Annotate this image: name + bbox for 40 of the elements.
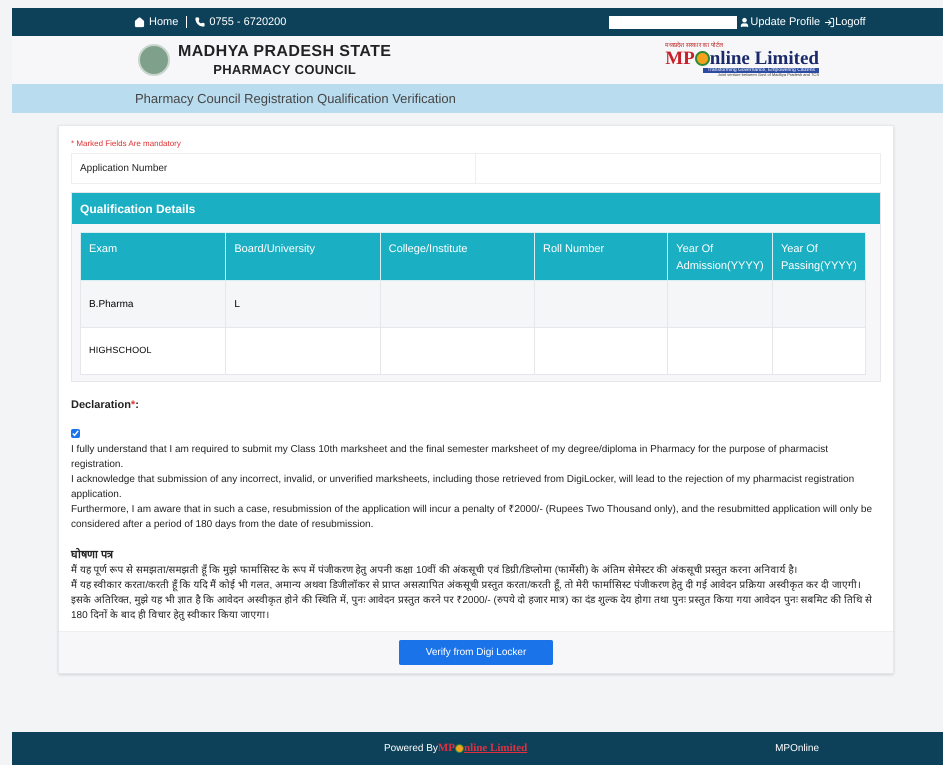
logoff-link[interactable]: Logoff — [835, 14, 866, 30]
declaration-paragraph: Furthermore, I am aware that in such a case, resubmission of the application will incur a penalty of ₹2000/- (Rupees Two Thousand only), and the resubmitted application will only be considered after a period of 180 days from the date of resubmission. — [71, 503, 874, 532]
declaration-paragraph: I acknowledge that submission of any incorrect, invalid, or unverified marksheets, including those retrieved from DigiLocker, will lead to the rejection of my pharmacist registration application. — [71, 473, 856, 502]
logo-text: MP — [665, 49, 695, 68]
column-header: Exam — [80, 232, 226, 280]
verify-digilocker-button[interactable]: Verify from Digi Locker — [399, 640, 553, 665]
declaration-checkbox[interactable] — [71, 429, 80, 438]
user-icon — [739, 16, 750, 28]
home-link[interactable]: Home — [149, 14, 178, 30]
logoff-icon — [824, 16, 836, 28]
phone-icon — [195, 17, 206, 27]
phone-number: 0755 - 6720200 — [209, 14, 286, 30]
column-header: Roll Number — [534, 232, 668, 280]
hindi-declaration-paragraph: इसके अतिरिक्त, मुझे यह भी ज्ञात है कि आवेदन अस्वीकृत होने की स्थिति में, पुनः आवेदन प्रस्तुत करने पर ₹2000/- (रुपये दो हजार मात्र) का दंड शुल्क देय होगा तथा पुनः प्रस्तुत किया गया आवेदन पुनः सबमिट की तिथि से 180 दिनों के बाद ही विचार हेतु स्वीकार किया जाएगा। — [71, 593, 873, 623]
logo-text: nline Limited — [464, 741, 528, 756]
logo-text: MP — [438, 741, 456, 756]
hindi-declaration-paragraph: मैं यह पूर्ण रूप से समझता/समझती हूँ कि मुझे फार्मासिस्ट के रूप में पंजीकरण हेतु अपनी कक्षा 10वीं की अंकसूची एवं डिग्री/डिप्लोमा (फार्मेसी) के अंतिम सेमेस्टर की अंकसूची प्रस्तुत करना अनिवार्य है। — [71, 563, 798, 578]
logo-o-icon — [694, 51, 710, 66]
council-subname: PHARMACY COUNCIL — [213, 62, 356, 78]
mandatory-note: * Marked Fields Are mandatory — [71, 138, 182, 150]
council-name: MADHYA PRADESH STATE — [178, 42, 392, 62]
column-header: College/Institute — [380, 232, 534, 280]
column-header: Year Of Passing(YYYY) — [772, 232, 866, 280]
column-header: Year Of Admission(YYYY) — [668, 232, 772, 280]
council-emblem-icon — [138, 44, 170, 76]
hindi-declaration-paragraph: मैं यह स्वीकार करता/करती हूँ कि यदि मैं कोई भी गलत, अमान्य अथवा डिजीलॉकर से प्राप्त असत्यापित अंकसूची प्रस्तुत करता/करती हूँ, तो मेरी फार्मासिस्ट पंजीकरण हेतु दी गई आवेदन प्रक्रिया अस्वीकृत कर दी जाएगी। — [71, 578, 862, 593]
update-profile-link[interactable]: Update Profile — [750, 14, 820, 30]
footer-brand: MPOnline — [775, 742, 819, 756]
declaration-paragraph: I fully understand that I am required to submit my Class 10th marksheet and the final semester marksheet of my degree/diploma in Pharmacy for the purpose of pharmacist registration. — [71, 443, 830, 472]
table-cell: HIGHSCHOOL — [80, 328, 226, 374]
application-number-label: Application Number — [72, 154, 476, 183]
hindi-declaration-title: घोषणा पत्र — [71, 548, 114, 563]
panel-title: Qualification Details — [80, 200, 196, 218]
logo-o-icon — [455, 744, 464, 753]
declaration-label: Declaration*: — [71, 398, 140, 413]
column-header: Board/University — [226, 232, 380, 280]
page-title: Pharmacy Council Registration Qualification Verification — [135, 90, 456, 108]
logo-text: nline Limited — [710, 49, 819, 68]
powered-by-text: Powered By — [384, 742, 438, 756]
home-icon — [134, 16, 145, 28]
